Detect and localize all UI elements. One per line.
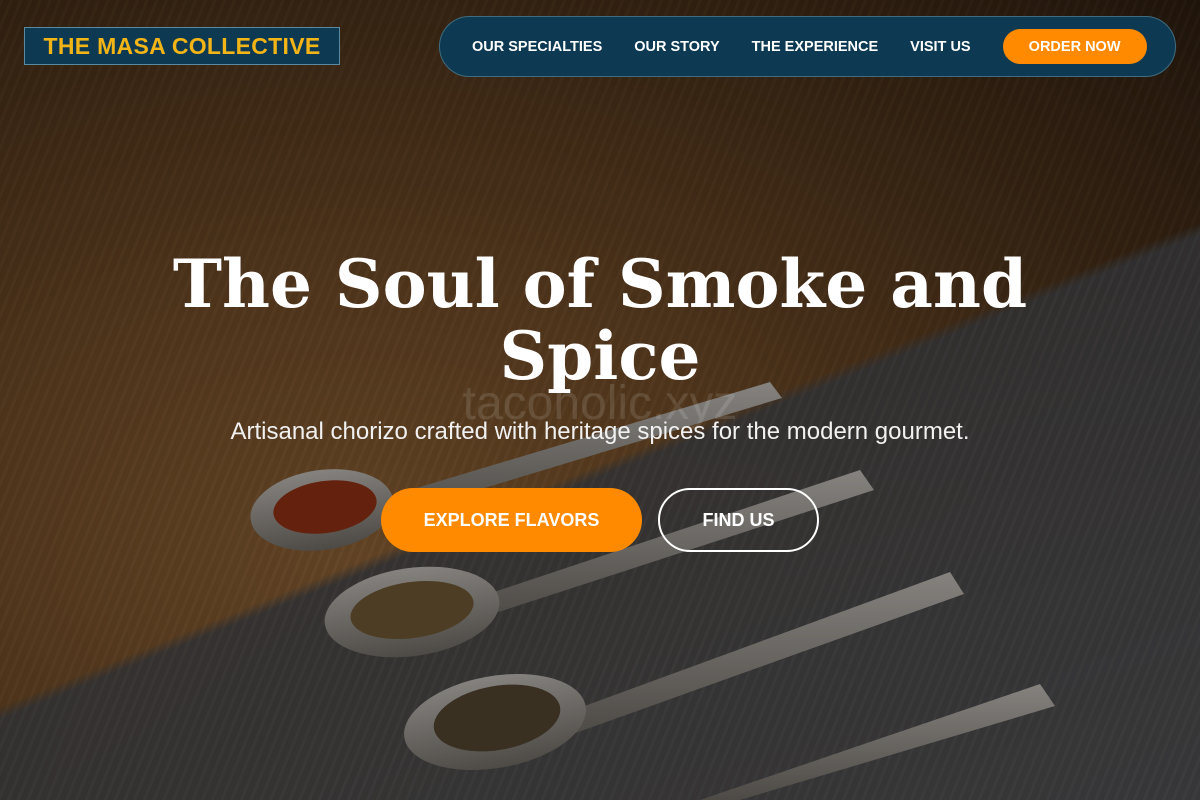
order-now-label: ORDER NOW bbox=[1028, 38, 1121, 55]
hero-section: THE MASA COLLECTIVE OUR SPECIALTIES OUR … bbox=[0, 0, 1200, 800]
nav-link-our-specialties[interactable]: OUR SPECIALTIES bbox=[472, 39, 602, 55]
explore-flavors-label: EXPLORE FLAVORS bbox=[423, 509, 600, 530]
brand-logo[interactable]: THE MASA COLLECTIVE bbox=[24, 27, 340, 65]
hero-title: The Soul of Smoke and Spice bbox=[172, 245, 1028, 395]
explore-flavors-button[interactable]: EXPLORE FLAVORS bbox=[381, 488, 642, 552]
nav-link-visit-us[interactable]: VISIT US bbox=[910, 39, 970, 55]
hero-subtitle: Artisanal chorizo crafted with heritage … bbox=[230, 418, 970, 445]
find-us-button[interactable]: FIND US bbox=[658, 488, 819, 552]
brand-name: THE MASA COLLECTIVE bbox=[43, 32, 321, 59]
nav-link-the-experience[interactable]: THE EXPERIENCE bbox=[752, 39, 879, 55]
order-now-button[interactable]: ORDER NOW bbox=[1002, 29, 1147, 64]
nav-link-our-story[interactable]: OUR STORY bbox=[634, 39, 719, 55]
find-us-label: FIND US bbox=[702, 509, 775, 530]
main-nav: OUR SPECIALTIES OUR STORY THE EXPERIENCE… bbox=[439, 16, 1176, 77]
